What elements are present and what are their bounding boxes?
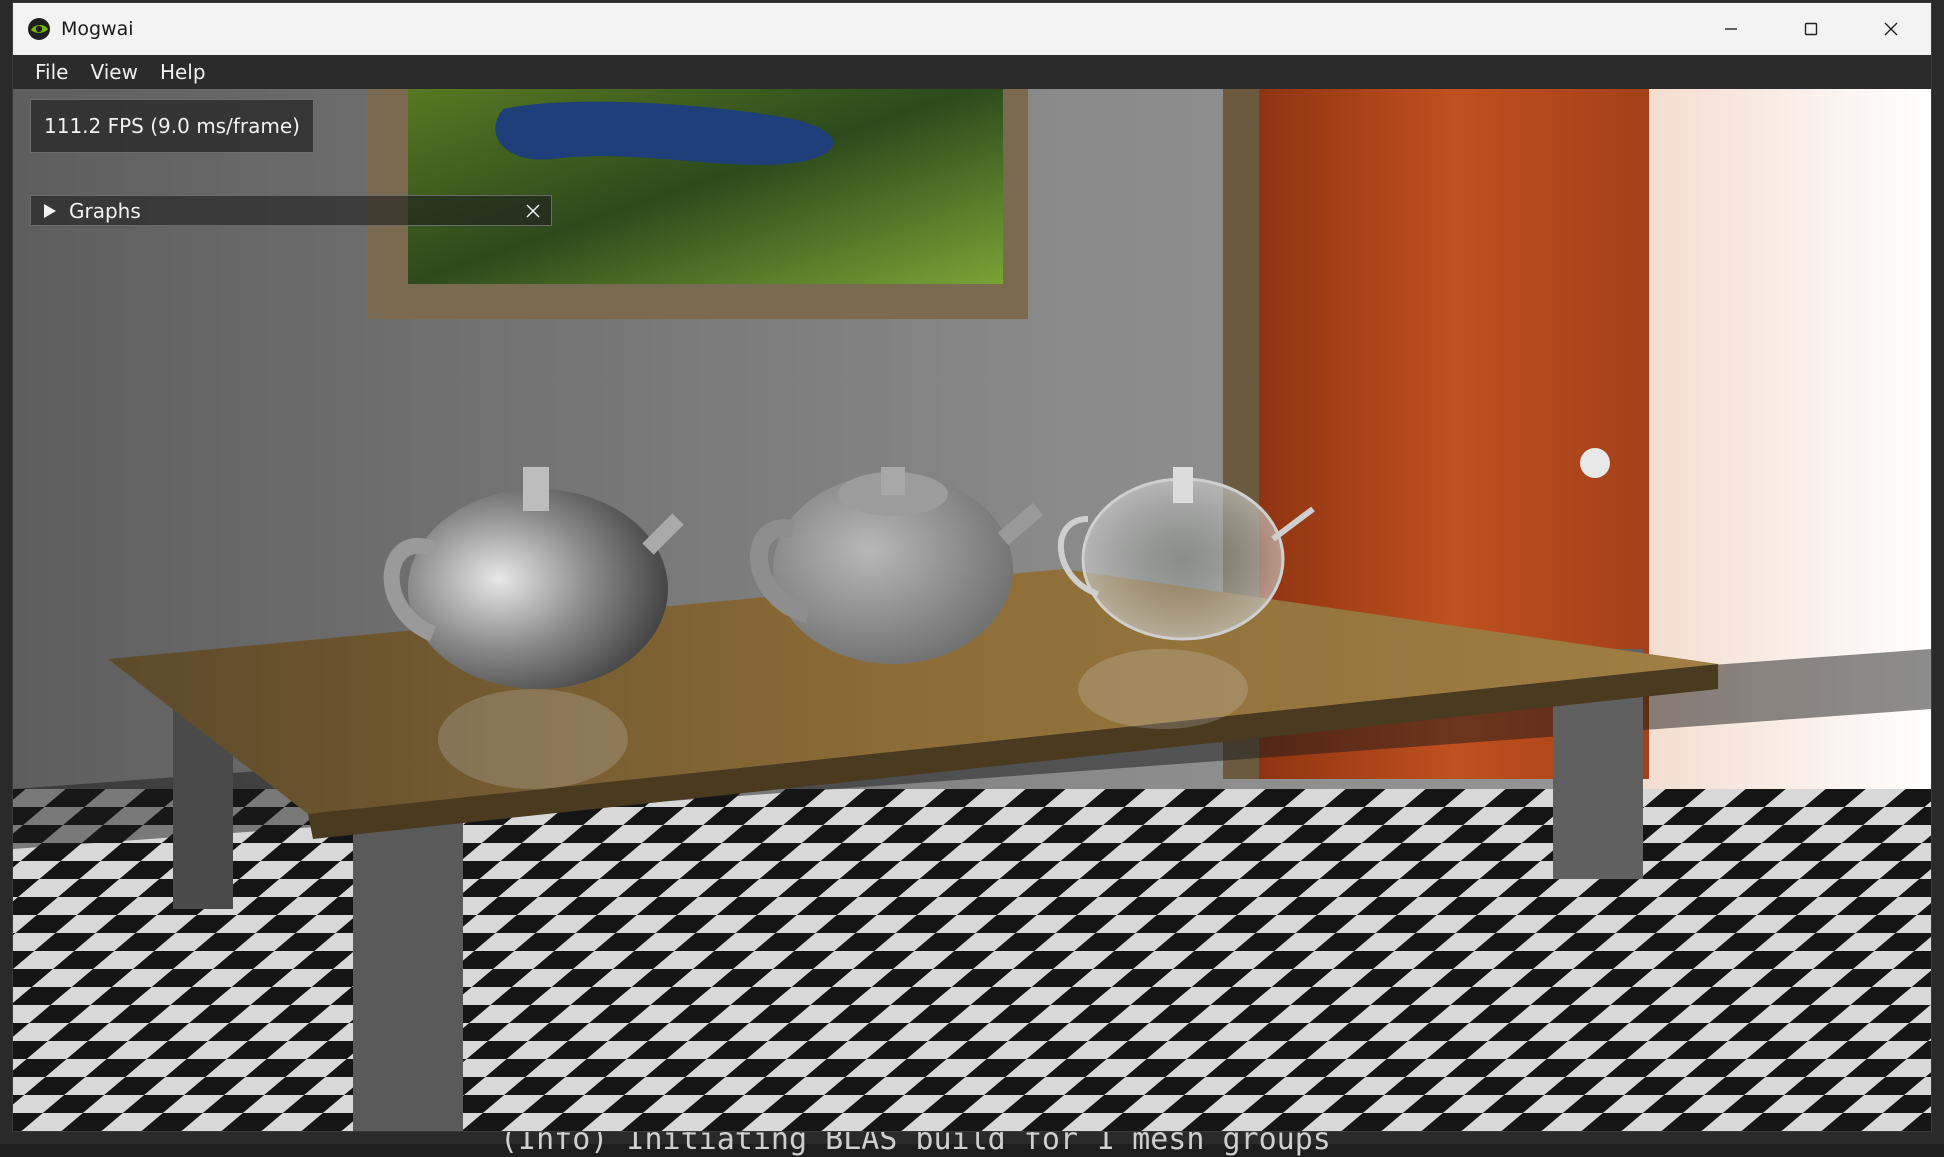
window-title: Mogwai: [61, 18, 134, 40]
menu-help[interactable]: Help: [149, 60, 217, 84]
silver-reflection: [438, 689, 628, 789]
triangle-right-icon[interactable]: [43, 203, 57, 219]
graphs-panel[interactable]: Graphs: [30, 195, 552, 226]
maximize-button[interactable]: [1771, 3, 1851, 55]
minimize-icon: [1725, 28, 1737, 30]
nvidia-eye-icon: [28, 18, 50, 40]
menu-bar: File View Help: [13, 55, 1931, 89]
checker-floor: [13, 789, 1931, 1131]
door-knob: [1580, 448, 1610, 478]
graphs-label: Graphs: [69, 198, 141, 223]
title-bar[interactable]: Mogwai: [13, 3, 1931, 55]
menu-view[interactable]: View: [79, 60, 148, 84]
mogwai-window: Mogwai File View Help 111.2 FPS (9.0 ms/…: [12, 2, 1932, 1132]
close-icon: [1884, 22, 1898, 36]
menu-file[interactable]: File: [24, 60, 79, 84]
window-controls: [1691, 3, 1931, 55]
glass-teapot-knob: [1173, 467, 1193, 503]
silver-teapot: [408, 489, 668, 689]
render-viewport[interactable]: 111.2 FPS (9.0 ms/frame) Graphs: [13, 89, 1931, 1131]
matte-teapot-knob: [881, 467, 905, 495]
close-icon[interactable]: [523, 201, 543, 221]
fps-counter: 111.2 FPS (9.0 ms/frame): [30, 99, 314, 153]
close-button[interactable]: [1851, 3, 1931, 55]
minimize-button[interactable]: [1691, 3, 1771, 55]
rendered-scene: [13, 89, 1931, 1131]
silver-teapot-knob: [523, 467, 549, 511]
glass-reflection: [1078, 649, 1248, 729]
maximize-icon: [1804, 22, 1818, 36]
